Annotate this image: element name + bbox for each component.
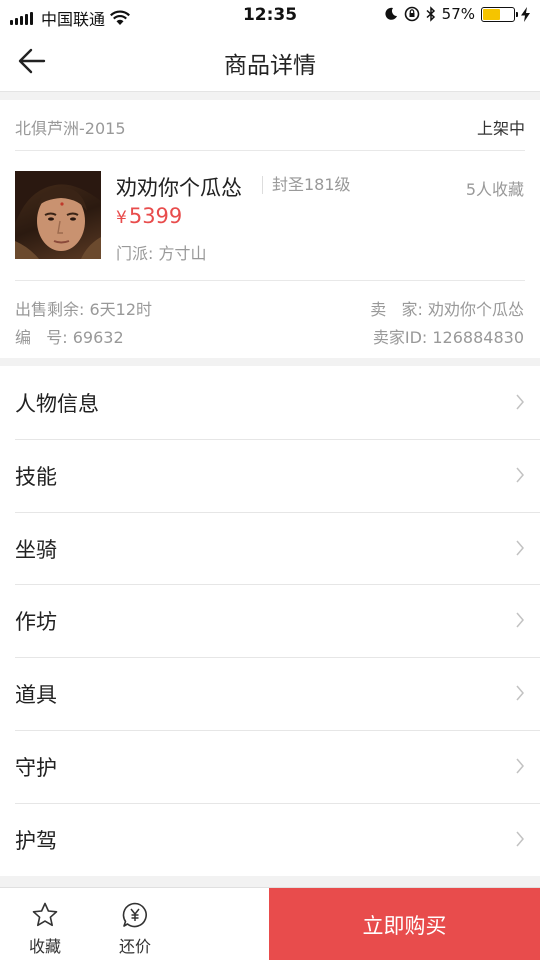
server-row: 北俱芦洲-2015 上架中 [15, 100, 525, 151]
item-number: 编 号: 69632 [15, 328, 124, 347]
menu-item-label: 道具 [15, 683, 57, 708]
menu-item-mounts[interactable]: 坐骑 [0, 511, 540, 585]
character-avatar[interactable] [15, 171, 101, 259]
menu-item-workshop[interactable]: 作坊 [0, 584, 540, 657]
server-name: 北俱芦洲-2015 [15, 119, 126, 138]
page-title: 商品详情 [224, 53, 316, 79]
price: ¥5399 [116, 204, 182, 228]
bargain-button[interactable]: 还价 [100, 888, 170, 960]
bottom-action-bar: 收藏 还价 立即购买 [0, 887, 540, 960]
star-icon [32, 902, 58, 927]
status-right: 57% [384, 5, 530, 23]
product-card: 北俱芦洲-2015 上架中 劝劝你个瓜怂 封圣181级 5人收藏 ¥5399 门… [0, 100, 540, 358]
chevron-right-icon [516, 394, 524, 410]
bluetooth-icon [426, 6, 435, 22]
menu-item-label: 护驾 [15, 828, 57, 853]
chevron-right-icon [516, 612, 524, 628]
battery-icon [481, 6, 518, 22]
seller-id: 卖家ID: 126884830 [372, 328, 524, 347]
status-bar: 中国联通 12:35 57% [0, 0, 540, 30]
menu-item-guardians[interactable]: 守护 [0, 729, 540, 803]
chevron-right-icon [516, 758, 524, 774]
character-level: 封圣181级 [262, 176, 351, 194]
favorite-button[interactable]: 收藏 [10, 888, 80, 960]
navigation-bar: 商品详情 [0, 30, 540, 92]
lock-rotation-icon [404, 6, 419, 22]
favorite-count: 5人收藏 [465, 180, 524, 199]
chevron-right-icon [516, 540, 524, 556]
menu-item-label: 守护 [15, 755, 57, 780]
menu-item-label: 技能 [15, 464, 57, 489]
yen-bubble-icon [122, 902, 147, 928]
menu-item-label: 人物信息 [15, 392, 99, 416]
charging-icon [521, 6, 530, 22]
character-name: 劝劝你个瓜怂 [116, 176, 242, 200]
listing-status: 上架中 [476, 119, 525, 138]
battery-percent: 57% [441, 5, 475, 23]
favorite-label: 收藏 [28, 937, 61, 956]
menu-item-items[interactable]: 道具 [0, 657, 540, 730]
menu-item-skills[interactable]: 技能 [0, 438, 540, 512]
moon-icon [385, 7, 397, 20]
menu-item-escort[interactable]: 护驾 [0, 802, 540, 876]
detail-menu: 人物信息 技能 坐骑 作坊 道具 守护 护驾 [0, 366, 540, 876]
menu-item-character-info[interactable]: 人物信息 [0, 366, 540, 439]
battery-level [483, 8, 501, 20]
divider [15, 280, 525, 281]
menu-item-label: 坐骑 [15, 537, 57, 562]
price-value: 5399 [128, 204, 183, 228]
seller-name: 卖 家: 劝劝你个瓜怂 [370, 300, 524, 319]
time-remaining: 出售剩余: 6天12时 [15, 300, 153, 319]
chevron-right-icon [516, 831, 524, 847]
chevron-right-icon [516, 685, 524, 701]
buy-now-button[interactable]: 立即购买 [269, 888, 540, 960]
bargain-label: 还价 [118, 937, 151, 956]
character-portrait-image [15, 171, 101, 259]
menu-item-label: 作坊 [15, 610, 57, 635]
character-sect: 门派: 方寸山 [116, 244, 207, 263]
currency-symbol: ¥ [116, 208, 127, 228]
chevron-right-icon [516, 467, 524, 483]
